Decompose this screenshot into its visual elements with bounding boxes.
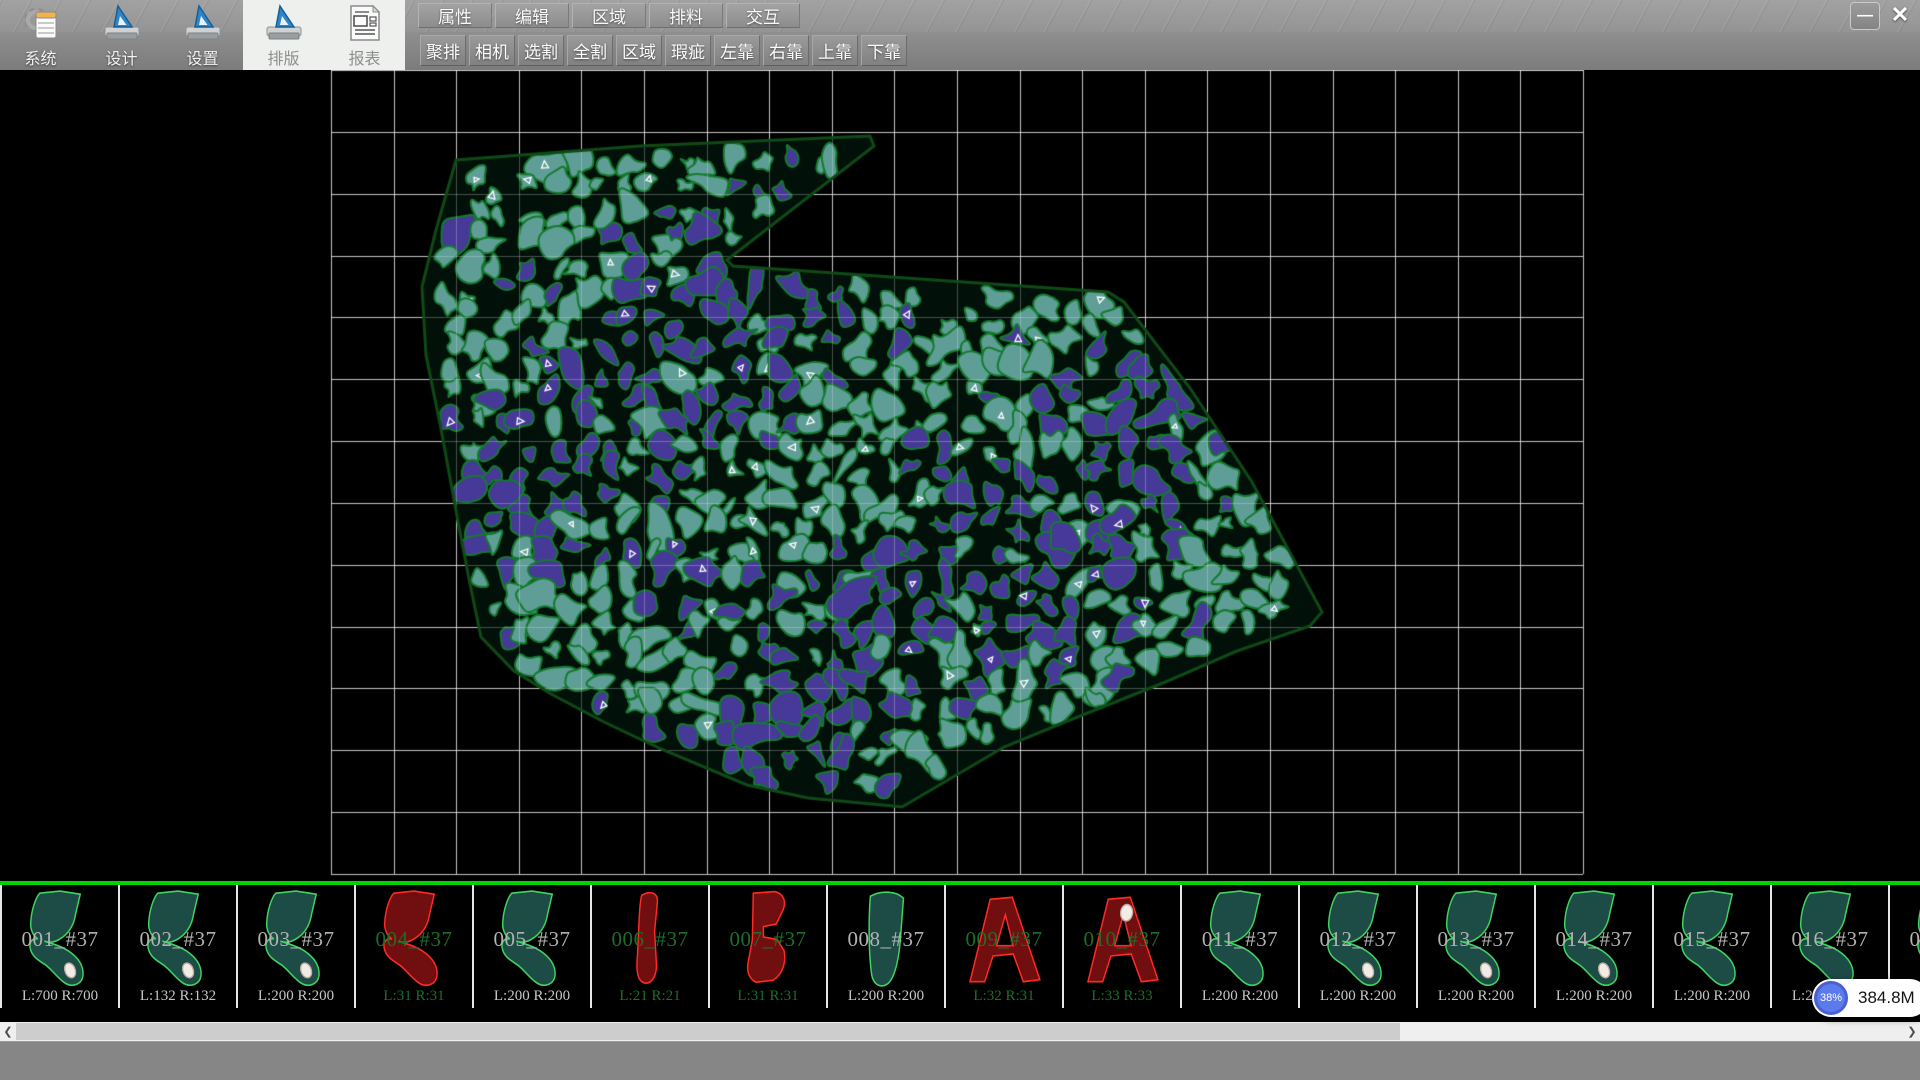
piece-lr-label: L:200 R:200 <box>1418 988 1534 1005</box>
tab-edit[interactable]: 编辑 <box>495 3 569 28</box>
piece-name-label: 011_#37 <box>1182 927 1298 952</box>
piece-thumbnail-002_#37[interactable]: 002_#37 L:132 R:132 <box>120 885 238 1008</box>
piece-name-label: 002_#37 <box>120 927 236 952</box>
tool-button-snap-up[interactable]: 上靠 <box>812 35 858 66</box>
piece-name-label: 007_#37 <box>710 927 826 952</box>
nav-button-label: 设置 <box>186 45 218 69</box>
piece-thumbnail-strip: 001_#37 L:700 R:700 002_#37 L:132 R:132 00… <box>0 885 1920 1008</box>
gear-icon <box>21 3 61 43</box>
piece-lr-label: L:33 R:33 <box>1064 988 1180 1005</box>
piece-lr-label: L:700 R:700 <box>2 988 118 1005</box>
piece-name-label: 006_#37 <box>592 927 708 952</box>
piece-lr-label: L:132 R:132 <box>120 988 236 1005</box>
tool-button-select-cut[interactable]: 选割 <box>518 35 564 66</box>
tab-region[interactable]: 区域 <box>572 3 646 28</box>
nav-button-layout[interactable]: 排版 <box>243 0 324 70</box>
piece-name-label: 004_#37 <box>356 927 472 952</box>
scroll-left-arrow[interactable]: ❮ <box>0 1022 16 1041</box>
memory-value: 384.8M <box>1858 988 1915 1008</box>
piece-lr-label: L:200 R:200 <box>1300 988 1416 1005</box>
piece-thumbnail-011_#37[interactable]: 011_#37 L:200 R:200 <box>1182 885 1300 1008</box>
piece-lr-label: L:200 R:200 <box>238 988 354 1005</box>
piece-thumbnail-015_#37[interactable]: 015_#37 L:200 R:200 <box>1654 885 1772 1008</box>
strip-bottom-gap <box>0 1008 1920 1022</box>
piece-lr-label: L:31 R:31 <box>356 988 472 1005</box>
piece-name-label: 017_#37 <box>1890 927 1920 952</box>
nav-button-label: 排版 <box>267 45 299 69</box>
tool-button-cluster-nest[interactable]: 聚排 <box>420 35 466 66</box>
piece-thumbnail-003_#37[interactable]: 003_#37 L:200 R:200 <box>238 885 356 1008</box>
tool-button-row: 聚排相机选割全割区域瑕疵左靠右靠上靠下靠 <box>420 35 910 66</box>
menu-tab-row: 属性编辑区域排料交互 <box>418 3 803 29</box>
nav-button-label: 报表 <box>348 45 380 69</box>
piece-lr-label: L:200 R:200 <box>1654 988 1770 1005</box>
piece-thumbnail-013_#37[interactable]: 013_#37 L:200 R:200 <box>1418 885 1536 1008</box>
piece-thumbnail-014_#37[interactable]: 014_#37 L:200 R:200 <box>1536 885 1654 1008</box>
nav-button-settings[interactable]: 设置 <box>162 0 243 70</box>
piece-lr-label: L:200 R:200 <box>474 988 590 1005</box>
piece-lr-label: L:32 R:31 <box>946 988 1062 1005</box>
main-nav-buttons: 系统 设计 设置 排版 报表 <box>0 0 405 70</box>
piece-thumbnail-012_#37[interactable]: 012_#37 L:200 R:200 <box>1300 885 1418 1008</box>
nav-button-report[interactable]: 报表 <box>324 0 405 70</box>
piece-name-label: 001_#37 <box>2 927 118 952</box>
tool-button-camera[interactable]: 相机 <box>469 35 515 66</box>
tool-button-region[interactable]: 区域 <box>616 35 662 66</box>
piece-thumbnail-006_#37[interactable]: 006_#37 L:21 R:21 <box>592 885 710 1008</box>
piece-thumbnail-010_#37[interactable]: 010_#37 L:33 R:33 <box>1064 885 1182 1008</box>
ruler-icon <box>183 3 223 43</box>
tab-properties[interactable]: 属性 <box>418 3 492 28</box>
piece-name-label: 013_#37 <box>1418 927 1534 952</box>
scroll-right-arrow[interactable]: ❯ <box>1904 1022 1920 1041</box>
horizontal-scrollbar[interactable]: ❮ ❯ <box>0 1022 1920 1041</box>
ruler-icon <box>102 3 142 43</box>
piece-name-label: 015_#37 <box>1654 927 1770 952</box>
piece-thumbnail-009_#37[interactable]: 009_#37 L:32 R:31 <box>946 885 1064 1008</box>
piece-name-label: 009_#37 <box>946 927 1062 952</box>
application-window: 系统 设计 设置 排版 报表 属性编辑区域排料交互 聚排相机选割全割区域瑕疵左靠… <box>0 0 1920 1080</box>
tab-interact[interactable]: 交互 <box>726 3 800 28</box>
piece-thumbnail-005_#37[interactable]: 005_#37 L:200 R:200 <box>474 885 592 1008</box>
piece-lr-label: L:31 R:31 <box>710 988 826 1005</box>
piece-name-label: 003_#37 <box>238 927 354 952</box>
piece-thumbnail-008_#37[interactable]: 008_#37 L:200 R:200 <box>828 885 946 1008</box>
piece-lr-label: L:200 R:200 <box>1536 988 1652 1005</box>
piece-thumbnail-004_#37[interactable]: 004_#37 L:31 R:31 <box>356 885 474 1008</box>
piece-lr-label: L:21 R:21 <box>592 988 708 1005</box>
status-bar <box>0 1041 1920 1080</box>
nav-button-system[interactable]: 系统 <box>0 0 81 70</box>
report-icon <box>345 3 385 43</box>
tool-button-snap-right[interactable]: 右靠 <box>763 35 809 66</box>
piece-lr-label: L:200 R:200 <box>1182 988 1298 1005</box>
piece-lr-label: L:200 R:200 <box>828 988 944 1005</box>
nesting-canvas[interactable] <box>0 70 1920 881</box>
nav-button-design[interactable]: 设计 <box>81 0 162 70</box>
close-button[interactable]: ✕ <box>1886 2 1914 28</box>
memory-badge: 38% 384.8M <box>1812 979 1920 1017</box>
ruler-icon <box>264 3 304 43</box>
piece-thumbnail-007_#37[interactable]: 007_#37 L:31 R:31 <box>710 885 828 1008</box>
nav-button-label: 设计 <box>105 45 137 69</box>
piece-name-label: 008_#37 <box>828 927 944 952</box>
piece-thumbnail-001_#37[interactable]: 001_#37 L:700 R:700 <box>2 885 120 1008</box>
piece-name-label: 016_#37 <box>1772 927 1888 952</box>
tool-button-defect[interactable]: 瑕疵 <box>665 35 711 66</box>
titlebar: 系统 设计 设置 排版 报表 属性编辑区域排料交互 聚排相机选割全割区域瑕疵左靠… <box>0 0 1920 70</box>
nav-button-label: 系统 <box>24 45 56 69</box>
piece-name-label: 012_#37 <box>1300 927 1416 952</box>
minimize-button[interactable]: — <box>1850 2 1880 30</box>
percent-indicator: 38% <box>1814 981 1848 1015</box>
tool-button-snap-left[interactable]: 左靠 <box>714 35 760 66</box>
scrollbar-thumb[interactable] <box>16 1023 1400 1040</box>
tab-nesting[interactable]: 排料 <box>649 3 723 28</box>
tool-button-cut-all[interactable]: 全割 <box>567 35 613 66</box>
piece-name-label: 005_#37 <box>474 927 590 952</box>
piece-name-label: 010_#37 <box>1064 927 1180 952</box>
tool-button-snap-down[interactable]: 下靠 <box>861 35 907 66</box>
piece-name-label: 014_#37 <box>1536 927 1652 952</box>
window-controls: — ✕ <box>1850 2 1914 30</box>
